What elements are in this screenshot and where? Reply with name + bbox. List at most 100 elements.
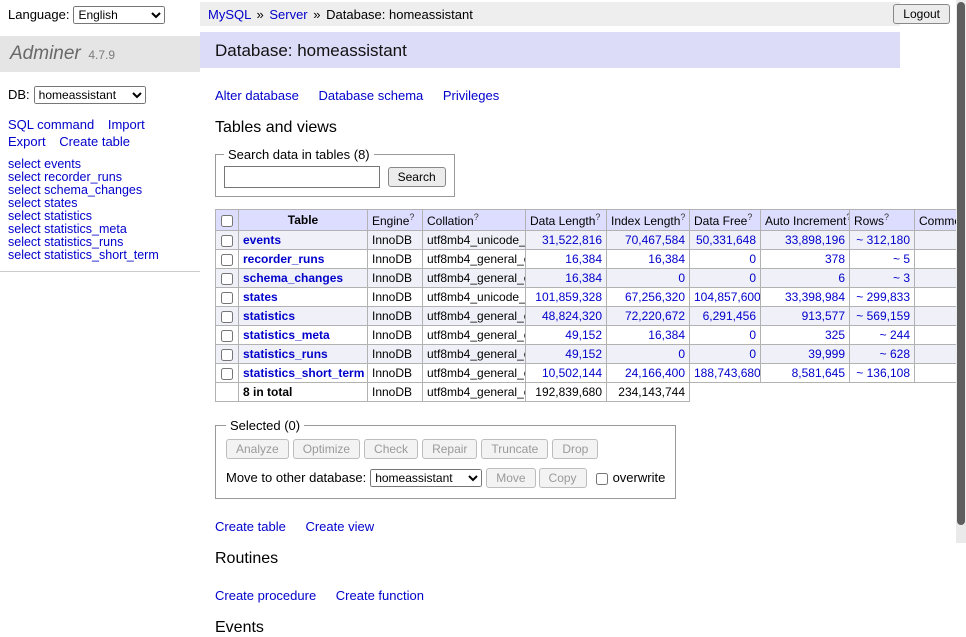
rows-link[interactable]: ~ 3 bbox=[893, 271, 910, 285]
move-button[interactable]: Move bbox=[486, 468, 535, 488]
data-length-link[interactable]: 49,152 bbox=[565, 328, 602, 342]
auto-increment-cell: 33,898,196 bbox=[761, 231, 850, 250]
data-free-link[interactable]: 0 bbox=[749, 252, 756, 266]
auto-increment-link[interactable]: 8,581,645 bbox=[792, 366, 845, 380]
auto-increment-link[interactable]: 378 bbox=[825, 252, 845, 266]
row-checkbox[interactable] bbox=[221, 330, 233, 342]
help-icon[interactable]: ? bbox=[409, 212, 414, 222]
data-free-link[interactable]: 0 bbox=[749, 347, 756, 361]
search-legend: Search data in tables (8) bbox=[224, 147, 374, 162]
create-link[interactable]: Create table bbox=[215, 519, 286, 534]
db-action-link[interactable]: Privileges bbox=[443, 88, 499, 103]
data-length-link[interactable]: 16,384 bbox=[565, 271, 602, 285]
sidebar-link[interactable]: Export bbox=[8, 134, 46, 149]
data-free-link[interactable]: 104,857,600 bbox=[694, 290, 761, 304]
index-length-link[interactable]: 16,384 bbox=[648, 328, 685, 342]
logout-button[interactable]: Logout bbox=[893, 4, 950, 24]
data-length-link[interactable]: 10,502,144 bbox=[542, 366, 602, 380]
index-length-link[interactable]: 0 bbox=[678, 271, 685, 285]
analyze-button[interactable]: Analyze bbox=[226, 439, 289, 459]
search-input[interactable] bbox=[224, 166, 380, 188]
data-length-link[interactable]: 101,859,328 bbox=[535, 290, 602, 304]
index-length-link[interactable]: 72,220,672 bbox=[625, 309, 685, 323]
move-label: Move to other database: bbox=[226, 470, 366, 485]
check-button[interactable]: Check bbox=[364, 439, 418, 459]
sidebar-link[interactable]: Create table bbox=[59, 134, 130, 149]
row-checkbox[interactable] bbox=[221, 349, 233, 361]
db-action-link[interactable]: Database schema bbox=[318, 88, 423, 103]
table-name-link[interactable]: statistics_short_term bbox=[243, 366, 364, 380]
db-select[interactable]: homeassistant bbox=[34, 86, 146, 104]
routine-link[interactable]: Create procedure bbox=[215, 588, 316, 603]
index-length-link[interactable]: 70,467,584 bbox=[625, 233, 685, 247]
row-checkbox[interactable] bbox=[221, 368, 233, 380]
index-length-cell: 24,166,400 bbox=[607, 364, 690, 383]
data-length-link[interactable]: 49,152 bbox=[565, 347, 602, 361]
table-name-link[interactable]: statistics bbox=[243, 309, 295, 323]
index-length-link[interactable]: 16,384 bbox=[648, 252, 685, 266]
data-free-link[interactable]: 6,291,456 bbox=[703, 309, 756, 323]
auto-increment-link[interactable]: 33,398,984 bbox=[785, 290, 845, 304]
table-name-link[interactable]: schema_changes bbox=[243, 271, 343, 285]
auto-increment-link[interactable]: 33,898,196 bbox=[785, 233, 845, 247]
rows-link[interactable]: ~ 5 bbox=[893, 252, 910, 266]
data-free-link[interactable]: 50,331,648 bbox=[696, 233, 756, 247]
db-label: DB: bbox=[8, 87, 30, 102]
rows-link[interactable]: ~ 299,833 bbox=[856, 290, 910, 304]
table-name-link[interactable]: states bbox=[243, 290, 278, 304]
routine-link[interactable]: Create function bbox=[336, 588, 424, 603]
scrollbar[interactable] bbox=[956, 0, 966, 543]
table-name-cell: recorder_runs bbox=[239, 250, 368, 269]
repair-button[interactable]: Repair bbox=[422, 439, 477, 459]
data-length-link[interactable]: 31,522,816 bbox=[542, 233, 602, 247]
data-length-link[interactable]: 16,384 bbox=[565, 252, 602, 266]
search-button[interactable]: Search bbox=[388, 167, 446, 187]
breadcrumb-server-link[interactable]: Server bbox=[269, 7, 307, 22]
index-length-link[interactable]: 24,166,400 bbox=[625, 366, 685, 380]
auto-increment-link[interactable]: 39,999 bbox=[808, 347, 845, 361]
row-checkbox[interactable] bbox=[221, 292, 233, 304]
truncate-button[interactable]: Truncate bbox=[481, 439, 548, 459]
auto-increment-link[interactable]: 6 bbox=[838, 271, 845, 285]
scrollbar-thumb[interactable] bbox=[957, 2, 965, 525]
data-free-link[interactable]: 188,743,680 bbox=[694, 366, 761, 380]
move-db-select[interactable]: homeassistant bbox=[370, 469, 482, 487]
help-icon[interactable]: ? bbox=[595, 212, 600, 222]
sidebar-table-link[interactable]: select statistics_short_term bbox=[8, 249, 192, 262]
index-length-link[interactable]: 67,256,320 bbox=[625, 290, 685, 304]
drop-button[interactable]: Drop bbox=[552, 439, 598, 459]
rows-link[interactable]: ~ 244 bbox=[880, 328, 910, 342]
language-select[interactable]: English bbox=[73, 6, 165, 24]
row-checkbox[interactable] bbox=[221, 235, 233, 247]
help-icon[interactable]: ? bbox=[747, 212, 752, 222]
data-free-link[interactable]: 0 bbox=[749, 271, 756, 285]
rows-link[interactable]: ~ 569,159 bbox=[856, 309, 910, 323]
sidebar-link[interactable]: SQL command bbox=[8, 117, 94, 132]
rows-link[interactable]: ~ 628 bbox=[880, 347, 910, 361]
sidebar-link[interactable]: Import bbox=[108, 117, 145, 132]
table-name-link[interactable]: recorder_runs bbox=[243, 252, 324, 266]
row-checkbox[interactable] bbox=[221, 311, 233, 323]
data-length-link[interactable]: 48,824,320 bbox=[542, 309, 602, 323]
rows-link[interactable]: ~ 312,180 bbox=[856, 233, 910, 247]
db-action-link[interactable]: Alter database bbox=[215, 88, 299, 103]
data-free-link[interactable]: 0 bbox=[749, 328, 756, 342]
breadcrumb-mysql-link[interactable]: MySQL bbox=[208, 7, 251, 22]
overwrite-checkbox[interactable] bbox=[596, 473, 608, 485]
table-name-link[interactable]: statistics_runs bbox=[243, 347, 328, 361]
help-icon[interactable]: ? bbox=[680, 212, 685, 222]
rows-link[interactable]: ~ 136,108 bbox=[856, 366, 910, 380]
row-checkbox[interactable] bbox=[221, 254, 233, 266]
optimize-button[interactable]: Optimize bbox=[293, 439, 360, 459]
create-link[interactable]: Create view bbox=[305, 519, 374, 534]
help-icon[interactable]: ? bbox=[474, 212, 479, 222]
row-checkbox[interactable] bbox=[221, 273, 233, 285]
auto-increment-link[interactable]: 325 bbox=[825, 328, 845, 342]
select-all-checkbox[interactable] bbox=[221, 215, 233, 227]
help-icon[interactable]: ? bbox=[884, 212, 889, 222]
copy-button[interactable]: Copy bbox=[539, 468, 587, 488]
index-length-link[interactable]: 0 bbox=[678, 347, 685, 361]
auto-increment-link[interactable]: 913,577 bbox=[802, 309, 845, 323]
table-name-link[interactable]: events bbox=[243, 233, 281, 247]
table-name-link[interactable]: statistics_meta bbox=[243, 328, 330, 342]
